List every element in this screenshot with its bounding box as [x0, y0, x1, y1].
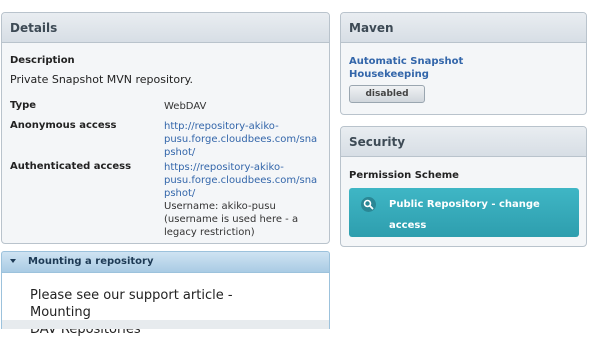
change-access-button[interactable]: Public Repository - change access: [349, 188, 579, 237]
description-text: Private Snapshot MVN repository.: [10, 73, 194, 86]
authenticated-url-line1[interactable]: https://repository-akiko-: [164, 161, 284, 174]
details-panel: Details Description Private Snapshot MVN…: [1, 12, 330, 244]
authenticated-url-line3[interactable]: pshot/: [164, 187, 195, 200]
username-line1: Username: akiko-pusu: [164, 201, 276, 212]
maven-title: Maven: [341, 13, 586, 43]
search-icon: [361, 197, 376, 212]
change-access-label-line1[interactable]: Public Repository - change: [389, 194, 569, 215]
type-value: WebDAV: [164, 101, 207, 112]
username-line3: legacy restriction): [164, 227, 255, 238]
username-line2: (username is used here - a: [164, 214, 299, 225]
security-panel: Security Permission Scheme Public Reposi…: [340, 126, 587, 247]
change-access-label-line2[interactable]: access: [389, 215, 569, 236]
permission-scheme-label: Permission Scheme: [349, 170, 459, 181]
authenticated-access-label: Authenticated access: [10, 161, 132, 172]
mounting-section-toggle[interactable]: Mounting a repository: [1, 251, 330, 273]
housekeeping-status-badge[interactable]: disabled: [349, 85, 425, 103]
mounting-section-body: Please see our support article - Mountin…: [1, 273, 330, 337]
anonymous-url-line2[interactable]: pusu.forge.cloudbees.com/sna: [164, 133, 317, 146]
maven-panel: Maven Automatic Snapshot Housekeeping di…: [340, 12, 587, 115]
anonymous-access-label: Anonymous access: [10, 120, 117, 131]
mounting-text-line1: Please see our support article - Mountin…: [30, 288, 233, 320]
description-label: Description: [10, 55, 75, 66]
collapse-triangle-icon: [10, 259, 16, 263]
housekeeping-line1[interactable]: Automatic Snapshot: [349, 55, 463, 68]
section-divider: [2, 320, 329, 329]
type-label: Type: [10, 100, 37, 111]
housekeeping-line2[interactable]: Housekeeping: [349, 68, 429, 81]
details-title: Details: [2, 13, 329, 43]
mounting-title: Mounting a repository: [28, 256, 154, 267]
security-title: Security: [341, 127, 586, 157]
authenticated-url-line2[interactable]: pusu.forge.cloudbees.com/sna: [164, 174, 317, 187]
anonymous-url-line3[interactable]: pshot/: [164, 146, 195, 159]
anonymous-url-line1[interactable]: http://repository-akiko-: [164, 120, 279, 133]
